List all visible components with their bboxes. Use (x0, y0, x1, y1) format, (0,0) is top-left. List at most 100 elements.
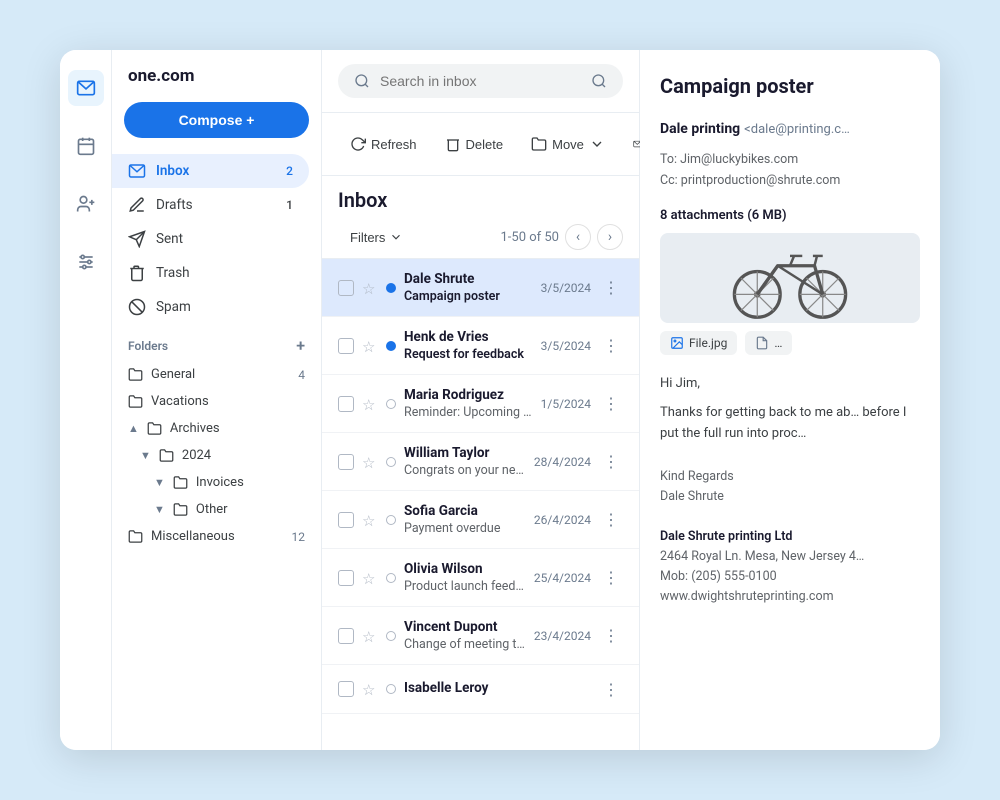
star-icon[interactable]: ☆ (362, 280, 378, 296)
search-submit-icon[interactable] (591, 73, 607, 89)
email-row[interactable]: ☆ Maria Rodriguez Reminder: Upcoming dea… (322, 375, 639, 433)
email-checkbox[interactable] (338, 512, 354, 528)
attachment-file-extra[interactable]: … (745, 331, 792, 355)
email-more-icon[interactable]: ⋮ (599, 276, 623, 300)
email-checkbox[interactable] (338, 628, 354, 644)
search-icon (354, 73, 370, 89)
email-more-icon[interactable]: ⋮ (599, 392, 623, 416)
sidebar-item-spam[interactable]: Spam (112, 290, 309, 324)
star-icon[interactable]: ☆ (362, 512, 378, 528)
attachments-label: 8 attachments (6 MB) (660, 208, 920, 223)
refresh-button[interactable]: Refresh (338, 130, 429, 158)
email-subject: Congrats on your new role (404, 463, 526, 478)
email-row[interactable]: ☆ Henk de Vries Request for feedback 3/5… (322, 317, 639, 375)
folder-general[interactable]: General 4 (112, 361, 321, 388)
attachment-file-jpg[interactable]: File.jpg (660, 331, 737, 355)
folder-2024-label: 2024 (182, 448, 211, 463)
signature-company: Dale Shrute printing Ltd (660, 529, 792, 544)
settings-nav-icon[interactable] (68, 244, 104, 280)
email-more-icon[interactable]: ⋮ (599, 566, 623, 590)
filters-button[interactable]: Filters (350, 230, 403, 245)
email-content: Sofia Garcia Payment overdue (404, 503, 526, 536)
folder-vacations[interactable]: Vacations (112, 388, 321, 415)
email-row[interactable]: ☆ Vincent Dupont Change of meeting time … (322, 607, 639, 665)
folder-invoices[interactable]: ▼ Invoices (112, 469, 321, 496)
star-icon[interactable]: ☆ (362, 681, 378, 697)
star-icon[interactable]: ☆ (362, 396, 378, 412)
filter-row: Filters 1-50 of 50 ‹ › (322, 218, 639, 259)
email-checkbox[interactable] (338, 681, 354, 697)
email-date: 28/4/2024 (534, 455, 591, 469)
email-more-icon[interactable]: ⋮ (599, 677, 623, 701)
folder-other-label: Other (196, 502, 228, 517)
signature-address: 2464 Royal Ln. Mesa, New Jersey 4… (660, 547, 920, 567)
mail-nav-icon[interactable] (68, 70, 104, 106)
folder-archives[interactable]: ▲ Archives (112, 415, 321, 442)
email-checkbox[interactable] (338, 338, 354, 354)
email-row[interactable]: ☆ William Taylor Congrats on your new ro… (322, 433, 639, 491)
delete-icon (445, 136, 461, 152)
search-wrapper (338, 64, 623, 98)
icon-bar (60, 50, 112, 750)
delete-button[interactable]: Delete (433, 130, 516, 158)
sender-name: Dale printing (660, 121, 740, 137)
next-page-button[interactable]: › (597, 224, 623, 250)
email-date: 1/5/2024 (541, 397, 591, 411)
email-subject: Payment overdue (404, 521, 526, 536)
drafts-label: Drafts (156, 197, 193, 213)
email-checkbox[interactable] (338, 396, 354, 412)
sidebar-item-sent[interactable]: Sent (112, 222, 309, 256)
move-button[interactable]: Move (519, 130, 617, 158)
unread-indicator (386, 341, 396, 351)
folder-archives-label: Archives (170, 421, 220, 436)
email-more-icon[interactable]: ⋮ (599, 334, 623, 358)
folder-miscellaneous-label: Miscellaneous (151, 529, 235, 544)
email-sender: William Taylor (404, 445, 526, 461)
inbox-title: Inbox (322, 176, 639, 218)
email-more-icon[interactable]: ⋮ (599, 450, 623, 474)
main-panel: Refresh Delete Move Mark as unread Block… (322, 50, 640, 750)
inbox-badge: 2 (286, 164, 293, 178)
email-more-icon[interactable]: ⋮ (599, 508, 623, 532)
read-indicator (386, 573, 396, 583)
prev-page-button[interactable]: ‹ (565, 224, 591, 250)
folder-2024[interactable]: ▼ 2024 (112, 442, 321, 469)
email-row[interactable]: ☆ Olivia Wilson Product launch feedback … (322, 549, 639, 607)
search-input[interactable] (380, 73, 581, 89)
email-content: Henk de Vries Request for feedback (404, 329, 533, 362)
star-icon[interactable]: ☆ (362, 338, 378, 354)
folder-other[interactable]: ▼ Other (112, 496, 321, 523)
folders-section: Folders + (112, 324, 321, 361)
star-icon[interactable]: ☆ (362, 454, 378, 470)
add-folder-icon[interactable]: + (296, 336, 305, 355)
attachment-files: File.jpg … (660, 331, 920, 355)
email-more-icon[interactable]: ⋮ (599, 624, 623, 648)
star-icon[interactable]: ☆ (362, 570, 378, 586)
star-icon[interactable]: ☆ (362, 628, 378, 644)
sidebar-item-inbox[interactable]: Inbox 2 (112, 154, 309, 188)
email-content: William Taylor Congrats on your new role (404, 445, 526, 478)
email-content: Isabelle Leroy (404, 680, 591, 698)
email-checkbox[interactable] (338, 570, 354, 586)
calendar-nav-icon[interactable] (68, 128, 104, 164)
email-detail-title: Campaign poster (660, 74, 920, 98)
email-date: 23/4/2024 (534, 629, 591, 643)
contacts-nav-icon[interactable] (68, 186, 104, 222)
read-indicator (386, 457, 396, 467)
email-content: Olivia Wilson Product launch feedback (404, 561, 526, 594)
email-content: Maria Rodriguez Reminder: Upcoming deadl… (404, 387, 533, 420)
sidebar-item-drafts[interactable]: Drafts 1 (112, 188, 309, 222)
folder-miscellaneous[interactable]: Miscellaneous 12 (112, 523, 321, 550)
attachment-thumbnail[interactable] (660, 233, 920, 323)
sidebar-item-trash[interactable]: Trash (112, 256, 309, 290)
compose-button[interactable]: Compose + (124, 102, 309, 138)
email-row[interactable]: ☆ Dale Shrute Campaign poster 3/5/2024 ⋮ (322, 259, 639, 317)
email-checkbox[interactable] (338, 454, 354, 470)
reading-pane: Campaign poster Dale printing <dale@prin… (640, 50, 940, 750)
search-bar (322, 50, 639, 113)
email-row[interactable]: ☆ Isabelle Leroy ⋮ (322, 665, 639, 714)
email-checkbox[interactable] (338, 280, 354, 296)
email-date: 26/4/2024 (534, 513, 591, 527)
email-row[interactable]: ☆ Sofia Garcia Payment overdue 26/4/2024… (322, 491, 639, 549)
email-subject: Request for feedback (404, 347, 533, 362)
